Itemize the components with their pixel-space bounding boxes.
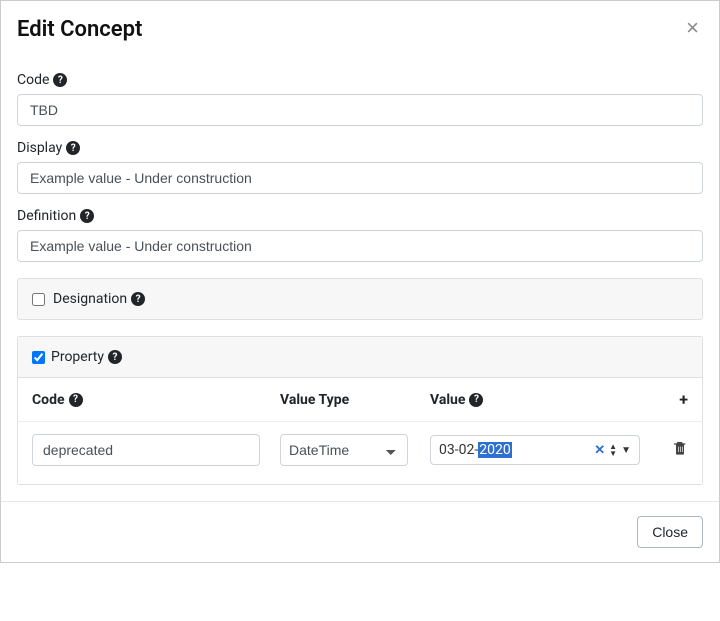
help-icon[interactable]: ? (108, 350, 122, 364)
modal-body: Code ? Display ? Definition ? Desi (1, 50, 719, 501)
modal-footer: Close (1, 501, 719, 562)
stepper-icon[interactable]: ▲ ▼ (609, 443, 617, 457)
definition-input[interactable] (17, 230, 703, 262)
definition-label: Definition ? (17, 208, 703, 224)
col-header-value-text: Value (430, 392, 465, 408)
dropdown-icon[interactable]: ▼ (621, 445, 631, 456)
property-label-text: Property (51, 349, 104, 365)
help-icon[interactable]: ? (53, 73, 67, 87)
modal-header: Edit Concept × (1, 1, 719, 50)
datetime-value: 03-02-2020 (439, 442, 512, 458)
display-label-text: Display (17, 140, 62, 156)
col-header-value: Value ? (430, 392, 658, 408)
add-property-button[interactable]: + (679, 390, 688, 409)
help-icon[interactable]: ? (131, 292, 145, 306)
modal-title: Edit Concept (17, 17, 142, 42)
close-button[interactable]: Close (637, 516, 703, 548)
code-label: Code ? (17, 72, 703, 88)
help-icon[interactable]: ? (69, 393, 83, 407)
datetime-input[interactable]: 03-02-2020 ✕ ▲ ▼ ▼ (430, 435, 640, 465)
property-code-input[interactable] (32, 434, 260, 466)
close-icon[interactable]: × (682, 17, 703, 39)
edit-concept-modal: Edit Concept × Code ? Display ? Definiti… (0, 0, 720, 563)
property-label: Property ? (51, 349, 122, 365)
help-icon[interactable]: ? (66, 141, 80, 155)
property-type-select[interactable]: DateTime (280, 434, 408, 466)
code-field-group: Code ? (17, 72, 703, 126)
trash-icon[interactable] (672, 440, 688, 456)
display-field-group: Display ? (17, 140, 703, 194)
col-header-actions: + (658, 390, 688, 409)
property-value-cell: 03-02-2020 ✕ ▲ ▼ ▼ (430, 435, 658, 465)
designation-label-text: Designation (53, 291, 127, 307)
property-row: DateTime 03-02-2020 ✕ ▲ ▼ (18, 422, 702, 484)
property-checkbox[interactable] (32, 351, 45, 364)
code-input[interactable] (17, 94, 703, 126)
help-icon[interactable]: ? (469, 393, 483, 407)
display-label: Display ? (17, 140, 703, 156)
property-panel-header: Property ? (18, 337, 702, 378)
datetime-prefix: 03-02- (439, 442, 478, 458)
col-header-code: Code ? (32, 392, 280, 408)
definition-field-group: Definition ? (17, 208, 703, 262)
clear-icon[interactable]: ✕ (594, 443, 605, 458)
help-icon[interactable]: ? (80, 209, 94, 223)
display-input[interactable] (17, 162, 703, 194)
datetime-selected-segment: 2020 (478, 442, 511, 458)
code-label-text: Code (17, 72, 49, 88)
property-panel: Property ? Code ? Value Type Value ? + (17, 336, 703, 485)
property-type-cell: DateTime (280, 434, 430, 466)
datetime-controls: ✕ ▲ ▼ ▼ (594, 443, 631, 458)
col-header-value-type: Value Type (280, 392, 430, 408)
designation-label: Designation ? (53, 291, 145, 307)
property-code-cell (32, 434, 280, 466)
property-table-header: Code ? Value Type Value ? + (18, 378, 702, 422)
property-actions-cell (658, 440, 688, 460)
designation-panel: Designation ? (17, 278, 703, 320)
definition-label-text: Definition (17, 208, 76, 224)
designation-checkbox[interactable] (32, 293, 45, 306)
chevron-down-icon: ▼ (609, 450, 617, 457)
col-header-code-text: Code (32, 392, 65, 408)
